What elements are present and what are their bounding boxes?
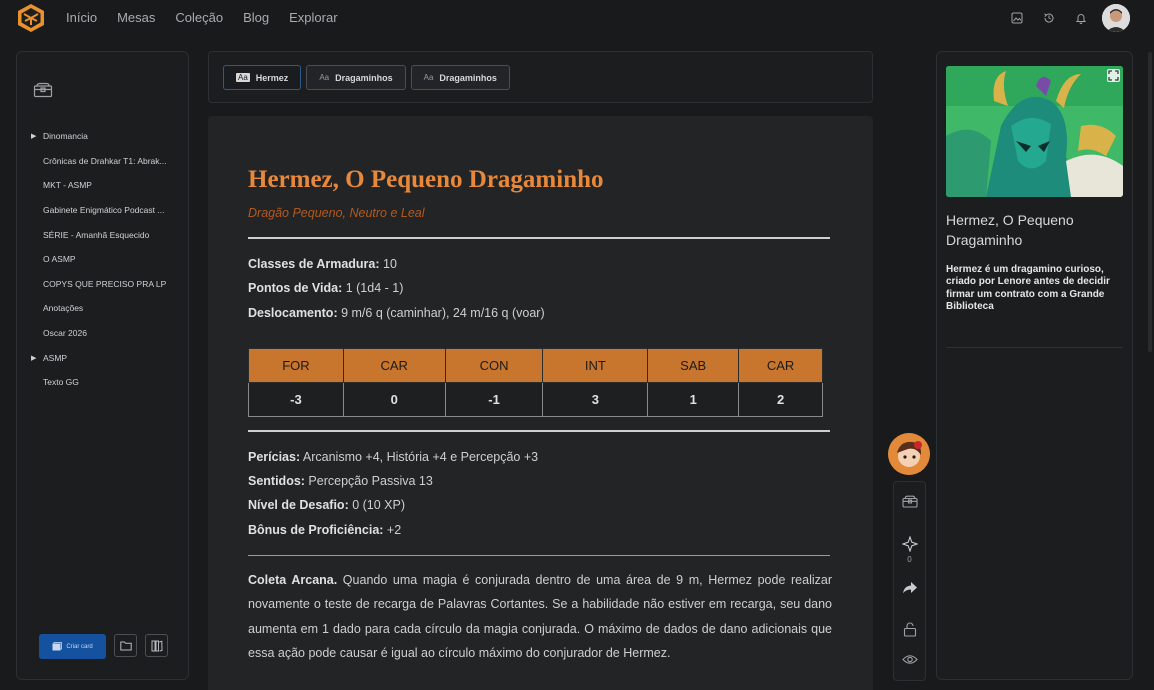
sparkle-icon[interactable]	[901, 535, 919, 553]
folder-icon	[119, 641, 132, 650]
senses-line: Sentidos: Percepção Passiva 13	[248, 474, 433, 489]
secondary-stats: Perícias: Arcanismo +4, História +4 e Pe…	[248, 445, 832, 542]
main-nav: Início Mesas Coleção Blog Explorar	[66, 10, 338, 25]
document-subtitle: Dragão Pequeno, Neutro e Leal	[248, 206, 425, 220]
library-button[interactable]	[145, 634, 168, 657]
challenge-line: Nível de Desafio: 0 (10 XP)	[248, 498, 406, 513]
chest-icon[interactable]	[901, 492, 919, 510]
action-paragraph: Coleta Arcana. Quando uma magia é conjur…	[248, 568, 832, 665]
divider	[248, 429, 830, 432]
sidebar-item-oscar[interactable]: Oscar 2026	[31, 321, 181, 346]
sidebar-item-mkt[interactable]: MKT - ASMP	[31, 173, 181, 198]
nav-colecao[interactable]: Coleção	[175, 10, 223, 25]
text-type-icon: Aa	[423, 73, 434, 82]
sidebar-item-serie[interactable]: SÉRIE - Amanhã Esquecido	[31, 222, 181, 247]
skills-line: Perícias: Arcanismo +4, História +4 e Pe…	[248, 449, 539, 464]
table-row: -3 0 -1 3 1 2	[248, 381, 823, 417]
bell-icon[interactable]	[1070, 7, 1092, 29]
tab-dragaminhos-2[interactable]: Aa Dragaminhos	[410, 65, 510, 90]
sidebar-item-asmp[interactable]: ▶ ASMP	[31, 345, 181, 370]
sidebar-item-texto-gg[interactable]: Texto GG	[31, 370, 181, 395]
card-title: Hermez, O Pequeno Dragaminho	[946, 212, 1074, 248]
caret-right-icon[interactable]: ▶	[31, 132, 43, 140]
document-title: Hermez, O Pequeno Dragaminho	[248, 166, 604, 193]
user-avatar[interactable]	[1102, 4, 1130, 32]
divider	[248, 237, 830, 239]
collection-sidebar: ▶ Dinomancia Crônicas de Drahkar T1: Abra…	[16, 51, 189, 680]
expand-icon[interactable]	[1107, 69, 1120, 82]
chest-icon[interactable]	[33, 82, 53, 103]
document-view: Hermez, O Pequeno Dragaminho Dragão Pequ…	[208, 116, 873, 690]
nav-mesas[interactable]: Mesas	[117, 10, 155, 25]
new-folder-button[interactable]	[114, 634, 137, 657]
sidebar-actions: Criar card	[39, 634, 168, 659]
proficiency-line: Bônus de Proficiência: +2	[248, 522, 402, 537]
share-icon[interactable]	[901, 579, 919, 597]
divider	[946, 347, 1123, 348]
open-tabs-bar: Aa Hermez Aa Dragaminhos Aa Dragaminhos	[208, 51, 873, 103]
author-avatar[interactable]	[888, 433, 930, 475]
text-type-icon: Aa	[236, 73, 250, 82]
nav-explorar[interactable]: Explorar	[289, 10, 337, 25]
divider	[248, 555, 830, 557]
action-name: Coleta Arcana.	[248, 573, 338, 588]
top-icons	[1006, 4, 1130, 32]
text-type-icon: Aa	[319, 73, 330, 82]
sidebar-item-gabinete[interactable]: Gabinete Enigmático Podcast ...	[31, 198, 181, 223]
like-count: 0	[907, 555, 912, 564]
armor-class-line: Classes de Armadura: 10	[248, 257, 397, 271]
tab-hermez[interactable]: Aa Hermez	[223, 65, 302, 90]
nav-inicio[interactable]: Início	[66, 10, 97, 25]
card-description: Hermez é um dragamino curioso, criado po…	[946, 264, 1110, 312]
base-stats: Classes de Armadura: 10 Pontos de Vida: …	[248, 252, 832, 325]
top-bar: Início Mesas Coleção Blog Explorar	[0, 0, 1154, 34]
card-details-panel: Hermez, O Pequeno Dragaminho Hermez é um…	[936, 51, 1133, 680]
sidebar-item-anotacoes[interactable]: Anotações	[31, 296, 181, 321]
page-scrollbar[interactable]	[1148, 52, 1152, 352]
card-action-panel: 0	[893, 481, 926, 681]
app-logo-icon[interactable]	[16, 3, 46, 33]
card-icon	[52, 642, 63, 651]
nav-blog[interactable]: Blog	[243, 10, 269, 25]
books-icon	[151, 640, 163, 651]
lock-icon[interactable]	[901, 620, 919, 638]
speed-line: Deslocamento: 9 m/6 q (caminhar), 24 m/1…	[248, 305, 545, 320]
sidebar-item-dinomancia[interactable]: ▶ Dinomancia	[31, 124, 181, 149]
eye-icon[interactable]	[901, 650, 919, 668]
sidebar-item-copys[interactable]: COPYS QUE PRECISO PRA LP	[31, 272, 181, 297]
ability-scores-table: FOR CAR CON INT SAB CAR -3 0 -1 3 1 2	[248, 347, 823, 417]
gallery-icon[interactable]	[1006, 7, 1028, 29]
floating-actions: 0	[888, 433, 930, 681]
history-icon[interactable]	[1038, 7, 1060, 29]
card-image[interactable]	[946, 66, 1123, 197]
create-card-button[interactable]: Criar card	[39, 634, 106, 659]
sidebar-item-cronicas[interactable]: Crônicas de Drahkar T1: Abrak...	[31, 149, 181, 174]
caret-right-icon[interactable]: ▶	[31, 354, 43, 362]
tab-dragaminhos-1[interactable]: Aa Dragaminhos	[306, 65, 406, 90]
sidebar-item-o-asmp[interactable]: O ASMP	[31, 247, 181, 272]
sidebar-list: ▶ Dinomancia Crônicas de Drahkar T1: Abra…	[31, 124, 181, 395]
table-header-row: FOR CAR CON INT SAB CAR	[248, 347, 823, 383]
hit-points-line: Pontos de Vida: 1 (1d4 - 1)	[248, 281, 404, 296]
